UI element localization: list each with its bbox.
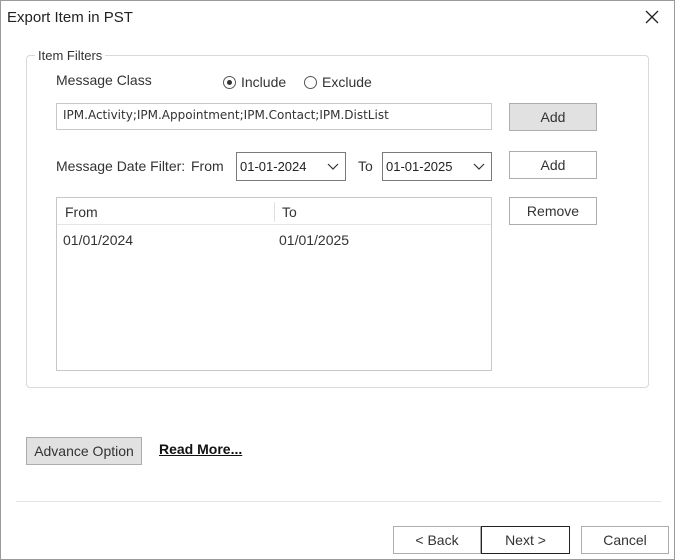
date-range-list[interactable]: From To 01/01/2024 01/01/2025 bbox=[56, 197, 492, 371]
column-header-from[interactable]: From bbox=[65, 204, 98, 220]
list-header: From To bbox=[57, 198, 491, 225]
chevron-down-icon[interactable] bbox=[327, 160, 339, 172]
date-filter-label: Message Date Filter: bbox=[56, 158, 186, 174]
next-button[interactable]: Next > bbox=[481, 526, 570, 554]
column-header-to[interactable]: To bbox=[282, 204, 297, 220]
exclude-radio-dot[interactable] bbox=[304, 75, 317, 89]
message-class-label: Message Class bbox=[56, 72, 152, 88]
from-date-picker[interactable]: 01-01-2024 bbox=[236, 152, 346, 181]
row-to-value: 01/01/2025 bbox=[279, 232, 350, 248]
include-radio-dot[interactable] bbox=[223, 75, 236, 89]
back-button[interactable]: < Back bbox=[393, 526, 481, 554]
row-from-value: 01/01/2024 bbox=[63, 232, 134, 248]
from-date-value: 01-01-2024 bbox=[240, 159, 307, 174]
to-label: To bbox=[358, 158, 373, 174]
add-class-button[interactable]: Add bbox=[509, 103, 597, 131]
chevron-down-icon[interactable] bbox=[473, 160, 485, 172]
remove-button[interactable]: Remove bbox=[509, 197, 597, 225]
export-item-dialog: Export Item in PST Item Filters Message … bbox=[0, 0, 675, 560]
cancel-button[interactable]: Cancel bbox=[581, 526, 669, 554]
column-separator[interactable] bbox=[274, 202, 275, 222]
include-radio[interactable]: Include bbox=[223, 74, 286, 90]
close-icon[interactable] bbox=[640, 5, 664, 29]
item-filters-legend: Item Filters bbox=[35, 48, 106, 63]
footer-divider bbox=[16, 501, 661, 502]
exclude-radio[interactable]: Exclude bbox=[304, 74, 372, 90]
list-item[interactable]: 01/01/2024 01/01/2025 bbox=[57, 228, 491, 250]
to-date-picker[interactable]: 01-01-2025 bbox=[382, 152, 492, 181]
advance-option-button[interactable]: Advance Option bbox=[26, 437, 142, 465]
include-radio-label: Include bbox=[241, 74, 287, 90]
message-class-input[interactable]: IPM.Activity;IPM.Appointment;IPM.Contact… bbox=[56, 103, 492, 130]
exclude-radio-label: Exclude bbox=[322, 74, 372, 90]
to-date-value: 01-01-2025 bbox=[386, 159, 453, 174]
from-label: From bbox=[191, 158, 224, 174]
read-more-link[interactable]: Read More... bbox=[159, 441, 242, 457]
add-date-button[interactable]: Add bbox=[509, 151, 597, 179]
window-title: Export Item in PST bbox=[7, 9, 133, 26]
